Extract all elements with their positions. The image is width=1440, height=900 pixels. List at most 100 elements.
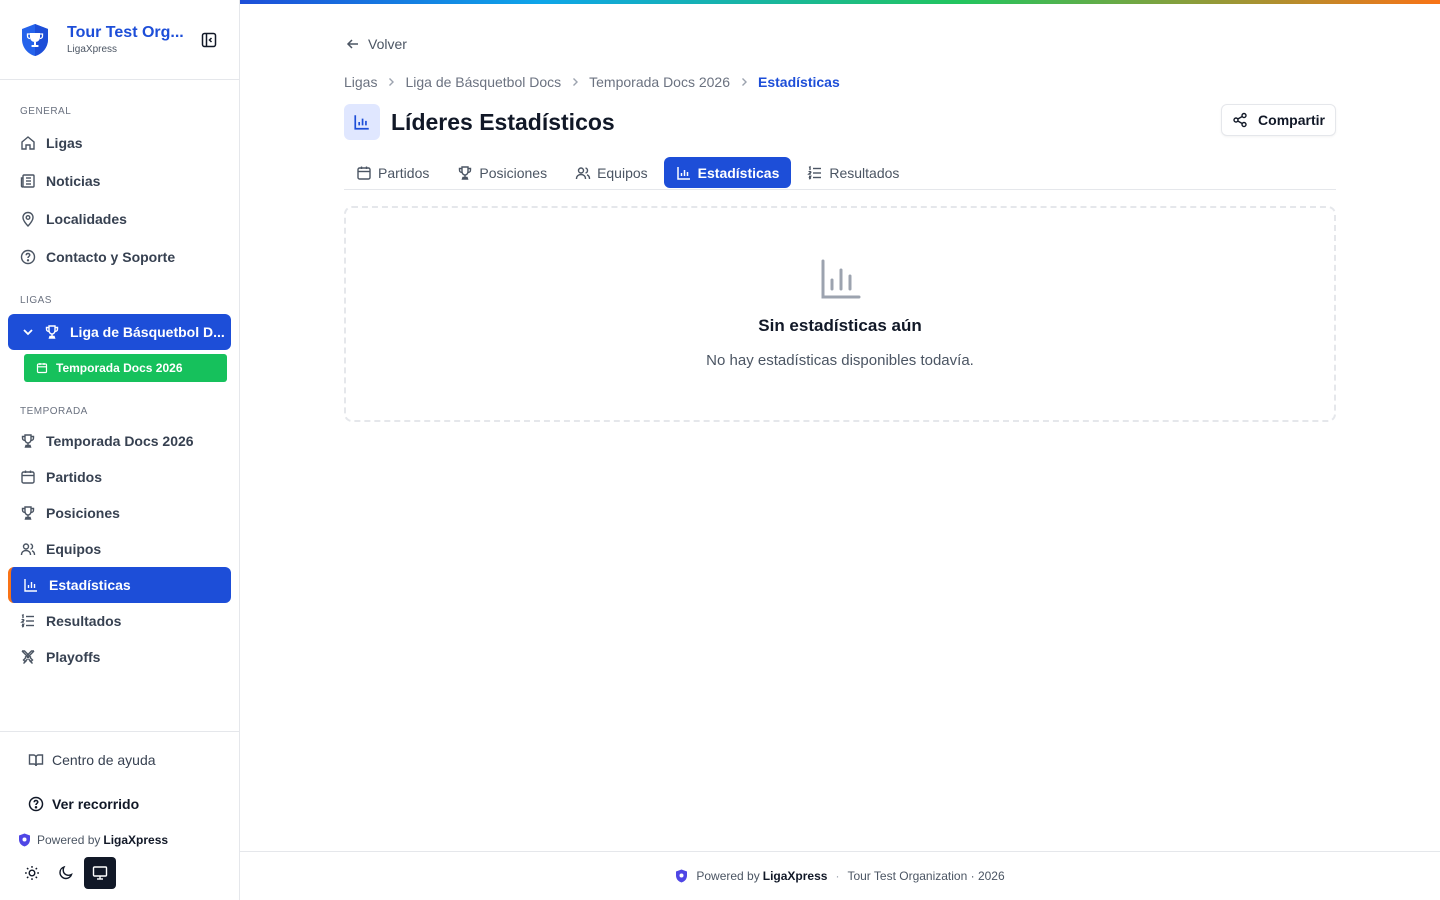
section-label-general: GENERAL bbox=[20, 106, 72, 117]
sidebar-item-label: Partidos bbox=[46, 469, 103, 485]
tour-label: Ver recorrido bbox=[52, 796, 140, 812]
chevron-right-icon bbox=[385, 76, 397, 88]
page-title: Líderes Estadísticos bbox=[391, 108, 615, 135]
sidebar-item-noticias[interactable]: Noticias bbox=[8, 163, 231, 199]
sidebar-item-equipos[interactable]: Equipos bbox=[8, 531, 231, 567]
theme-switcher bbox=[16, 857, 116, 889]
powered-prefix: Powered by bbox=[37, 833, 101, 847]
season-pill-label: Temporada Docs 2026 bbox=[56, 361, 183, 375]
book-open-icon bbox=[28, 754, 44, 767]
calendar-icon bbox=[356, 165, 372, 181]
share-button[interactable]: Compartir bbox=[1221, 104, 1336, 136]
sun-icon bbox=[25, 866, 39, 880]
chevron-down-icon bbox=[20, 324, 36, 340]
tour-button[interactable]: Ver recorrido bbox=[28, 796, 139, 812]
sidebar-item-label: Liga de Básquetbol D... bbox=[70, 324, 225, 340]
breadcrumb-item-temporada[interactable]: Temporada Docs 2026 bbox=[589, 74, 730, 90]
tab-resultados[interactable]: Resultados bbox=[795, 157, 911, 188]
back-button[interactable]: Volver bbox=[346, 36, 407, 52]
list-ordered-icon bbox=[807, 165, 823, 181]
sidebar-footer: Centro de ayuda Ver recorrido Powered by… bbox=[0, 731, 239, 900]
shield-trophy-logo-icon bbox=[22, 23, 48, 56]
sidebar: Tour Test Org... LigaXpress GENERAL Liga… bbox=[0, 0, 240, 900]
tab-equipos[interactable]: Equipos bbox=[563, 157, 660, 188]
sidebar-item-ligas[interactable]: Ligas bbox=[8, 125, 231, 161]
home-icon bbox=[20, 135, 36, 151]
breadcrumb-item-current: Estadísticas bbox=[758, 74, 840, 90]
main-content: Volver Ligas Liga de Básquetbol Docs Tem… bbox=[240, 4, 1440, 900]
list-ordered-icon bbox=[20, 613, 36, 629]
theme-light-button[interactable] bbox=[16, 857, 48, 889]
page-title-icon-badge bbox=[344, 104, 380, 140]
share-label: Compartir bbox=[1258, 112, 1325, 128]
trophy-icon bbox=[457, 165, 473, 181]
panel-left-icon bbox=[201, 32, 217, 47]
sidebar-item-temporada[interactable]: Temporada Docs 2026 bbox=[8, 423, 231, 459]
sidebar-item-label: Localidades bbox=[46, 211, 127, 227]
footer-org: Tour Test Organization · 2026 bbox=[847, 869, 1005, 883]
sidebar-item-posiciones[interactable]: Posiciones bbox=[8, 495, 231, 531]
help-circle-icon bbox=[20, 249, 36, 265]
tab-label: Partidos bbox=[378, 164, 430, 181]
tab-label: Equipos bbox=[597, 164, 648, 181]
footer-separator: · bbox=[835, 869, 840, 883]
bar-chart-icon bbox=[23, 577, 39, 593]
newspaper-icon bbox=[20, 173, 36, 189]
sidebar-item-league[interactable]: Liga de Básquetbol D... bbox=[8, 314, 231, 350]
sidebar-item-label: Resultados bbox=[46, 613, 122, 629]
trophy-icon bbox=[44, 324, 60, 340]
powered-brand: LigaXpress bbox=[103, 833, 169, 847]
sidebar-item-label: Contacto y Soporte bbox=[46, 249, 176, 265]
bar-chart-icon bbox=[821, 259, 861, 299]
tab-partidos[interactable]: Partidos bbox=[344, 157, 441, 188]
sidebar-item-label: Ligas bbox=[46, 135, 83, 151]
chevron-right-icon bbox=[738, 76, 750, 88]
sidebar-item-season-pill[interactable]: Temporada Docs 2026 bbox=[24, 354, 227, 382]
tab-label: Resultados bbox=[829, 164, 900, 181]
sidebar-item-label: Estadísticas bbox=[49, 577, 131, 593]
theme-dark-button[interactable] bbox=[50, 857, 82, 889]
footer-powered-prefix: Powered by bbox=[696, 869, 760, 883]
footer-powered-brand: LigaXpress bbox=[762, 869, 828, 883]
breadcrumb: Ligas Liga de Básquetbol Docs Temporada … bbox=[344, 74, 840, 90]
sidebar-item-label: Noticias bbox=[46, 173, 101, 189]
chevron-right-icon bbox=[569, 76, 581, 88]
brand-header: Tour Test Org... LigaXpress bbox=[0, 0, 239, 80]
empty-state-title: Sin estadísticas aún bbox=[758, 316, 922, 335]
section-label-ligas: LIGAS bbox=[20, 295, 52, 306]
monitor-icon bbox=[92, 866, 108, 880]
help-center-link[interactable]: Centro de ayuda bbox=[28, 752, 156, 768]
sidebar-item-label: Equipos bbox=[46, 541, 102, 557]
users-icon bbox=[20, 541, 36, 557]
sidebar-item-estadisticas[interactable]: Estadísticas bbox=[8, 567, 231, 603]
page-footer: Powered by LigaXpress · Tour Test Organi… bbox=[240, 851, 1440, 900]
swords-icon bbox=[20, 649, 36, 665]
sidebar-item-partidos[interactable]: Partidos bbox=[8, 459, 231, 495]
help-center-label: Centro de ayuda bbox=[52, 752, 156, 768]
breadcrumb-item-ligas[interactable]: Ligas bbox=[344, 74, 377, 90]
users-icon bbox=[575, 165, 591, 181]
sidebar-item-label: Playoffs bbox=[46, 649, 101, 665]
help-circle-icon bbox=[28, 796, 44, 812]
tab-estadisticas[interactable]: Estadísticas bbox=[663, 157, 792, 188]
sidebar-item-contacto[interactable]: Contacto y Soporte bbox=[8, 239, 231, 275]
sidebar-item-resultados[interactable]: Resultados bbox=[8, 603, 231, 639]
calendar-icon bbox=[36, 363, 48, 374]
tab-posiciones[interactable]: Posiciones bbox=[445, 157, 559, 188]
shield-logo-icon bbox=[19, 833, 30, 847]
bar-chart-icon bbox=[676, 165, 692, 181]
theme-system-button[interactable] bbox=[84, 857, 116, 889]
tab-label: Estadísticas bbox=[697, 164, 780, 181]
sidebar-item-localidades[interactable]: Localidades bbox=[8, 201, 231, 237]
sidebar-item-label: Temporada Docs 2026 bbox=[46, 433, 194, 449]
moon-icon bbox=[59, 865, 73, 880]
calendar-icon bbox=[20, 469, 36, 485]
empty-state: Sin estadísticas aún No hay estadísticas… bbox=[344, 206, 1336, 422]
tab-label: Posiciones bbox=[479, 164, 548, 181]
trophy-icon bbox=[20, 433, 36, 449]
sidebar-item-playoffs[interactable]: Playoffs bbox=[8, 639, 231, 675]
bar-chart-icon bbox=[354, 115, 369, 130]
breadcrumb-item-liga[interactable]: Liga de Básquetbol Docs bbox=[405, 74, 561, 90]
sidebar-collapse-button[interactable] bbox=[199, 30, 219, 50]
map-pin-icon bbox=[20, 211, 36, 227]
